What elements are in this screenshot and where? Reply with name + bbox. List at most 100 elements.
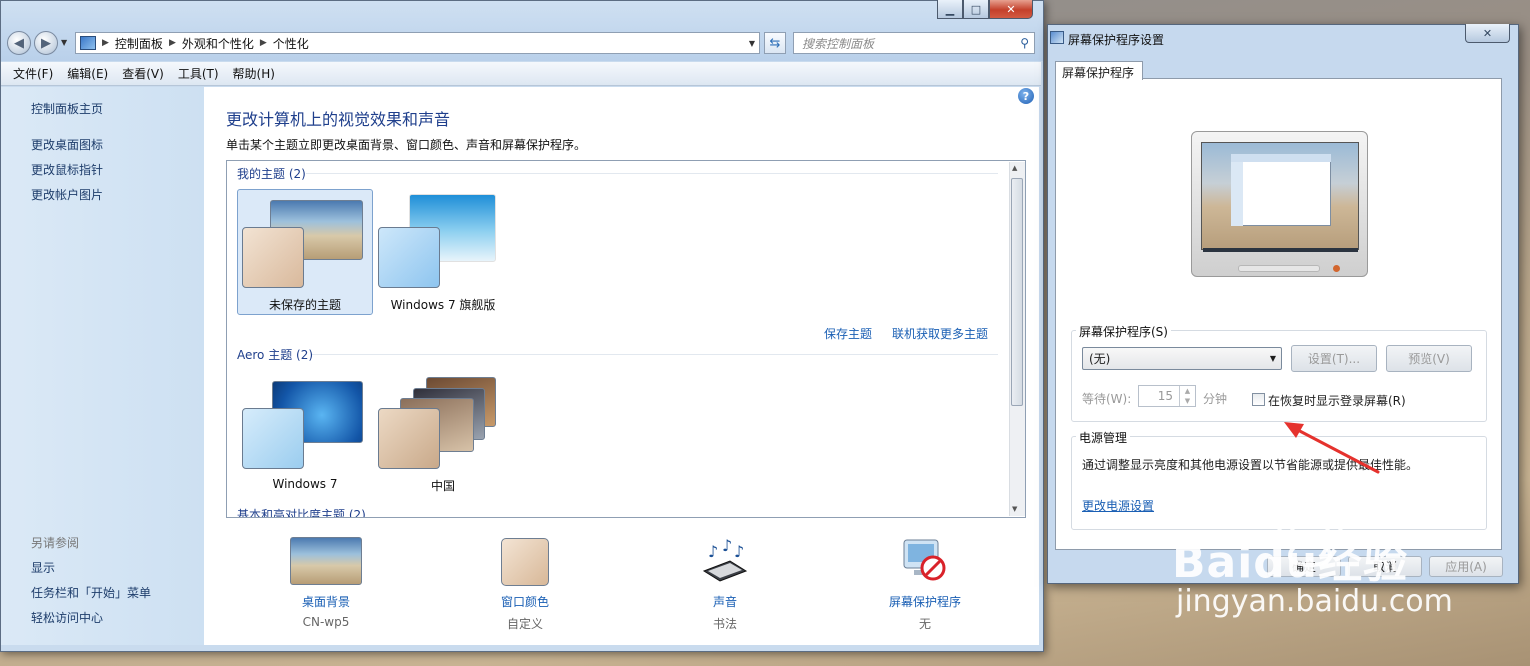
sidebar-change-account-picture[interactable]: 更改帐户图片: [31, 186, 103, 203]
settings-button[interactable]: 设置(T)...: [1291, 345, 1377, 372]
maximize-button[interactable]: □: [963, 0, 989, 19]
close-icon: ✕: [1482, 26, 1493, 40]
window-color-value: 自定义: [506, 617, 543, 631]
see-also-taskbar[interactable]: 任务栏和「开始」菜单: [31, 584, 151, 601]
spin-down-icon[interactable]: ▼: [1185, 397, 1190, 405]
preview-window-titlebar: [1231, 154, 1331, 162]
change-power-settings-link[interactable]: 更改电源设置: [1082, 497, 1154, 514]
spin-up-icon[interactable]: ▲: [1185, 387, 1190, 395]
menu-file[interactable]: 文件(F): [7, 63, 59, 84]
window-color-icon[interactable]: [501, 538, 549, 586]
menu-tools[interactable]: 工具(T): [172, 63, 225, 84]
annotation-arrow: [1284, 422, 1380, 474]
chevron-down-icon: ▼: [1269, 354, 1276, 363]
my-themes-heading: 我的主题 (2): [237, 167, 306, 181]
search-placeholder: 搜索控制面板: [802, 36, 875, 51]
menu-help[interactable]: 帮助(H): [227, 63, 281, 84]
theme-unsaved-label: 未保存的主题: [268, 298, 341, 312]
get-more-themes-link[interactable]: 联机获取更多主题: [892, 325, 988, 342]
breadcrumb-separator-icon: ▶: [259, 38, 267, 48]
back-arrow-icon: ◀: [14, 35, 24, 51]
sound-value: 书法: [712, 617, 737, 631]
breadcrumb-control-panel[interactable]: 控制面板: [115, 35, 163, 52]
breadcrumb-separator-icon: ▶: [102, 38, 109, 48]
page-subtitle: 单击某个主题立即更改桌面背景、窗口颜色、声音和屏幕保护程序。: [226, 138, 587, 152]
back-button[interactable]: ◀: [7, 31, 31, 55]
wait-spinner[interactable]: ▲ ▼: [1179, 386, 1195, 406]
sound-link[interactable]: 声音: [645, 593, 805, 610]
search-icon[interactable]: ⚲: [1020, 36, 1029, 50]
screensaver-select-value: (无): [1089, 352, 1111, 366]
svg-text:♪: ♪: [708, 542, 718, 561]
menu-edit[interactable]: 编辑(E): [61, 63, 114, 84]
window-color-swatch: [378, 408, 440, 469]
sidebar-change-desktop-icons[interactable]: 更改桌面图标: [31, 136, 103, 153]
wait-label: 等待(W):: [1082, 392, 1132, 406]
refresh-icon: ⇆: [769, 35, 781, 51]
see-also-ease-of-access[interactable]: 轻松访问中心: [31, 609, 103, 626]
address-dropdown-icon[interactable]: ▼: [745, 39, 759, 48]
search-input[interactable]: 搜索控制面板 ⚲: [793, 32, 1035, 54]
desktop-background-link[interactable]: 桌面背景: [246, 593, 406, 610]
refresh-button[interactable]: ⇆: [764, 32, 786, 54]
menu-bar: 文件(F) 编辑(E) 查看(V) 工具(T) 帮助(H): [1, 62, 1041, 86]
power-group-legend: 电源管理: [1076, 429, 1131, 446]
forward-button[interactable]: ▶: [34, 31, 58, 55]
help-icon[interactable]: ?: [1018, 88, 1034, 104]
scroll-thumb[interactable]: [1011, 178, 1023, 406]
preview-taskbar: [1203, 248, 1358, 252]
screensaver-select[interactable]: (无) ▼: [1082, 347, 1282, 370]
screensaver-icon[interactable]: [900, 536, 950, 586]
svg-text:♪: ♪: [734, 542, 744, 561]
divider: [312, 354, 998, 355]
dialog-title: 屏幕保护程序设置: [1068, 33, 1165, 47]
close-button[interactable]: ✕: [989, 0, 1033, 19]
breadcrumb-separator-icon: ▶: [168, 38, 176, 48]
preview-window-sidebar: [1231, 162, 1243, 226]
menu-view[interactable]: 查看(V): [116, 63, 170, 84]
recent-pages-dropdown[interactable]: ▼: [61, 38, 67, 47]
page-title: 更改计算机上的视觉效果和声音: [226, 110, 451, 129]
screensaver-dialog-icon: [1050, 31, 1064, 44]
see-also-display[interactable]: 显示: [31, 559, 55, 576]
theme-windows7-label: Windows 7: [272, 477, 338, 491]
save-theme-link[interactable]: 保存主题: [824, 325, 872, 342]
aero-themes-heading: Aero 主题 (2): [237, 348, 314, 362]
scroll-down-icon[interactable]: ▼: [1012, 505, 1017, 513]
window-color-swatch: [378, 227, 440, 288]
baidu-watermark: Baidu经验 jingyan.baidu.com: [1170, 500, 1510, 619]
resume-logon-label[interactable]: 在恢复时显示登录屏幕(R): [1268, 392, 1406, 409]
minimize-button[interactable]: ▁: [937, 0, 963, 19]
window-color-link[interactable]: 窗口颜色: [445, 593, 605, 610]
desktop-background-thumbnail[interactable]: [290, 537, 362, 585]
screensaver-value: 无: [918, 617, 931, 631]
divider: [306, 173, 998, 174]
watermark-brand: Baidu经验: [1172, 537, 1409, 588]
svg-text:♪: ♪: [722, 537, 732, 555]
address-bar[interactable]: ▶ 控制面板 ▶ 外观和个性化 ▶ 个性化 ▼: [75, 32, 760, 54]
window-color-swatch: [242, 408, 304, 469]
sidebar-control-panel-home[interactable]: 控制面板主页: [31, 100, 103, 117]
dialog-close-button[interactable]: ✕: [1465, 24, 1510, 43]
breadcrumb-personalization[interactable]: 个性化: [273, 35, 309, 52]
theme-china-label: 中国: [430, 479, 455, 493]
breadcrumb-appearance[interactable]: 外观和个性化: [182, 35, 254, 52]
window-color-swatch: [242, 227, 304, 288]
desktop-background-value: CN-wp5: [302, 615, 350, 629]
resume-logon-checkbox[interactable]: [1252, 393, 1265, 406]
screensaver-group-legend: 屏幕保护程序(S): [1076, 323, 1171, 340]
see-also-heading: 另请参阅: [31, 536, 80, 550]
minutes-label: 分钟: [1203, 392, 1228, 406]
scroll-up-icon[interactable]: ▲: [1012, 164, 1017, 172]
preview-window: [1231, 154, 1331, 226]
power-led-icon: [1333, 265, 1340, 272]
screensaver-link[interactable]: 屏幕保护程序: [845, 593, 1005, 610]
sidebar-change-mouse-pointers[interactable]: 更改鼠标指针: [31, 161, 103, 178]
preview-button[interactable]: 预览(V): [1386, 345, 1472, 372]
tab-screensaver[interactable]: 屏幕保护程序: [1055, 61, 1143, 80]
monitor-stand: [1238, 265, 1320, 272]
forward-arrow-icon: ▶: [41, 35, 51, 51]
control-panel-icon: [80, 36, 96, 50]
sound-icon[interactable]: ♪ ♪ ♪: [700, 536, 750, 587]
basic-themes-heading: 基本和高对比度主题 (2): [237, 508, 366, 517]
